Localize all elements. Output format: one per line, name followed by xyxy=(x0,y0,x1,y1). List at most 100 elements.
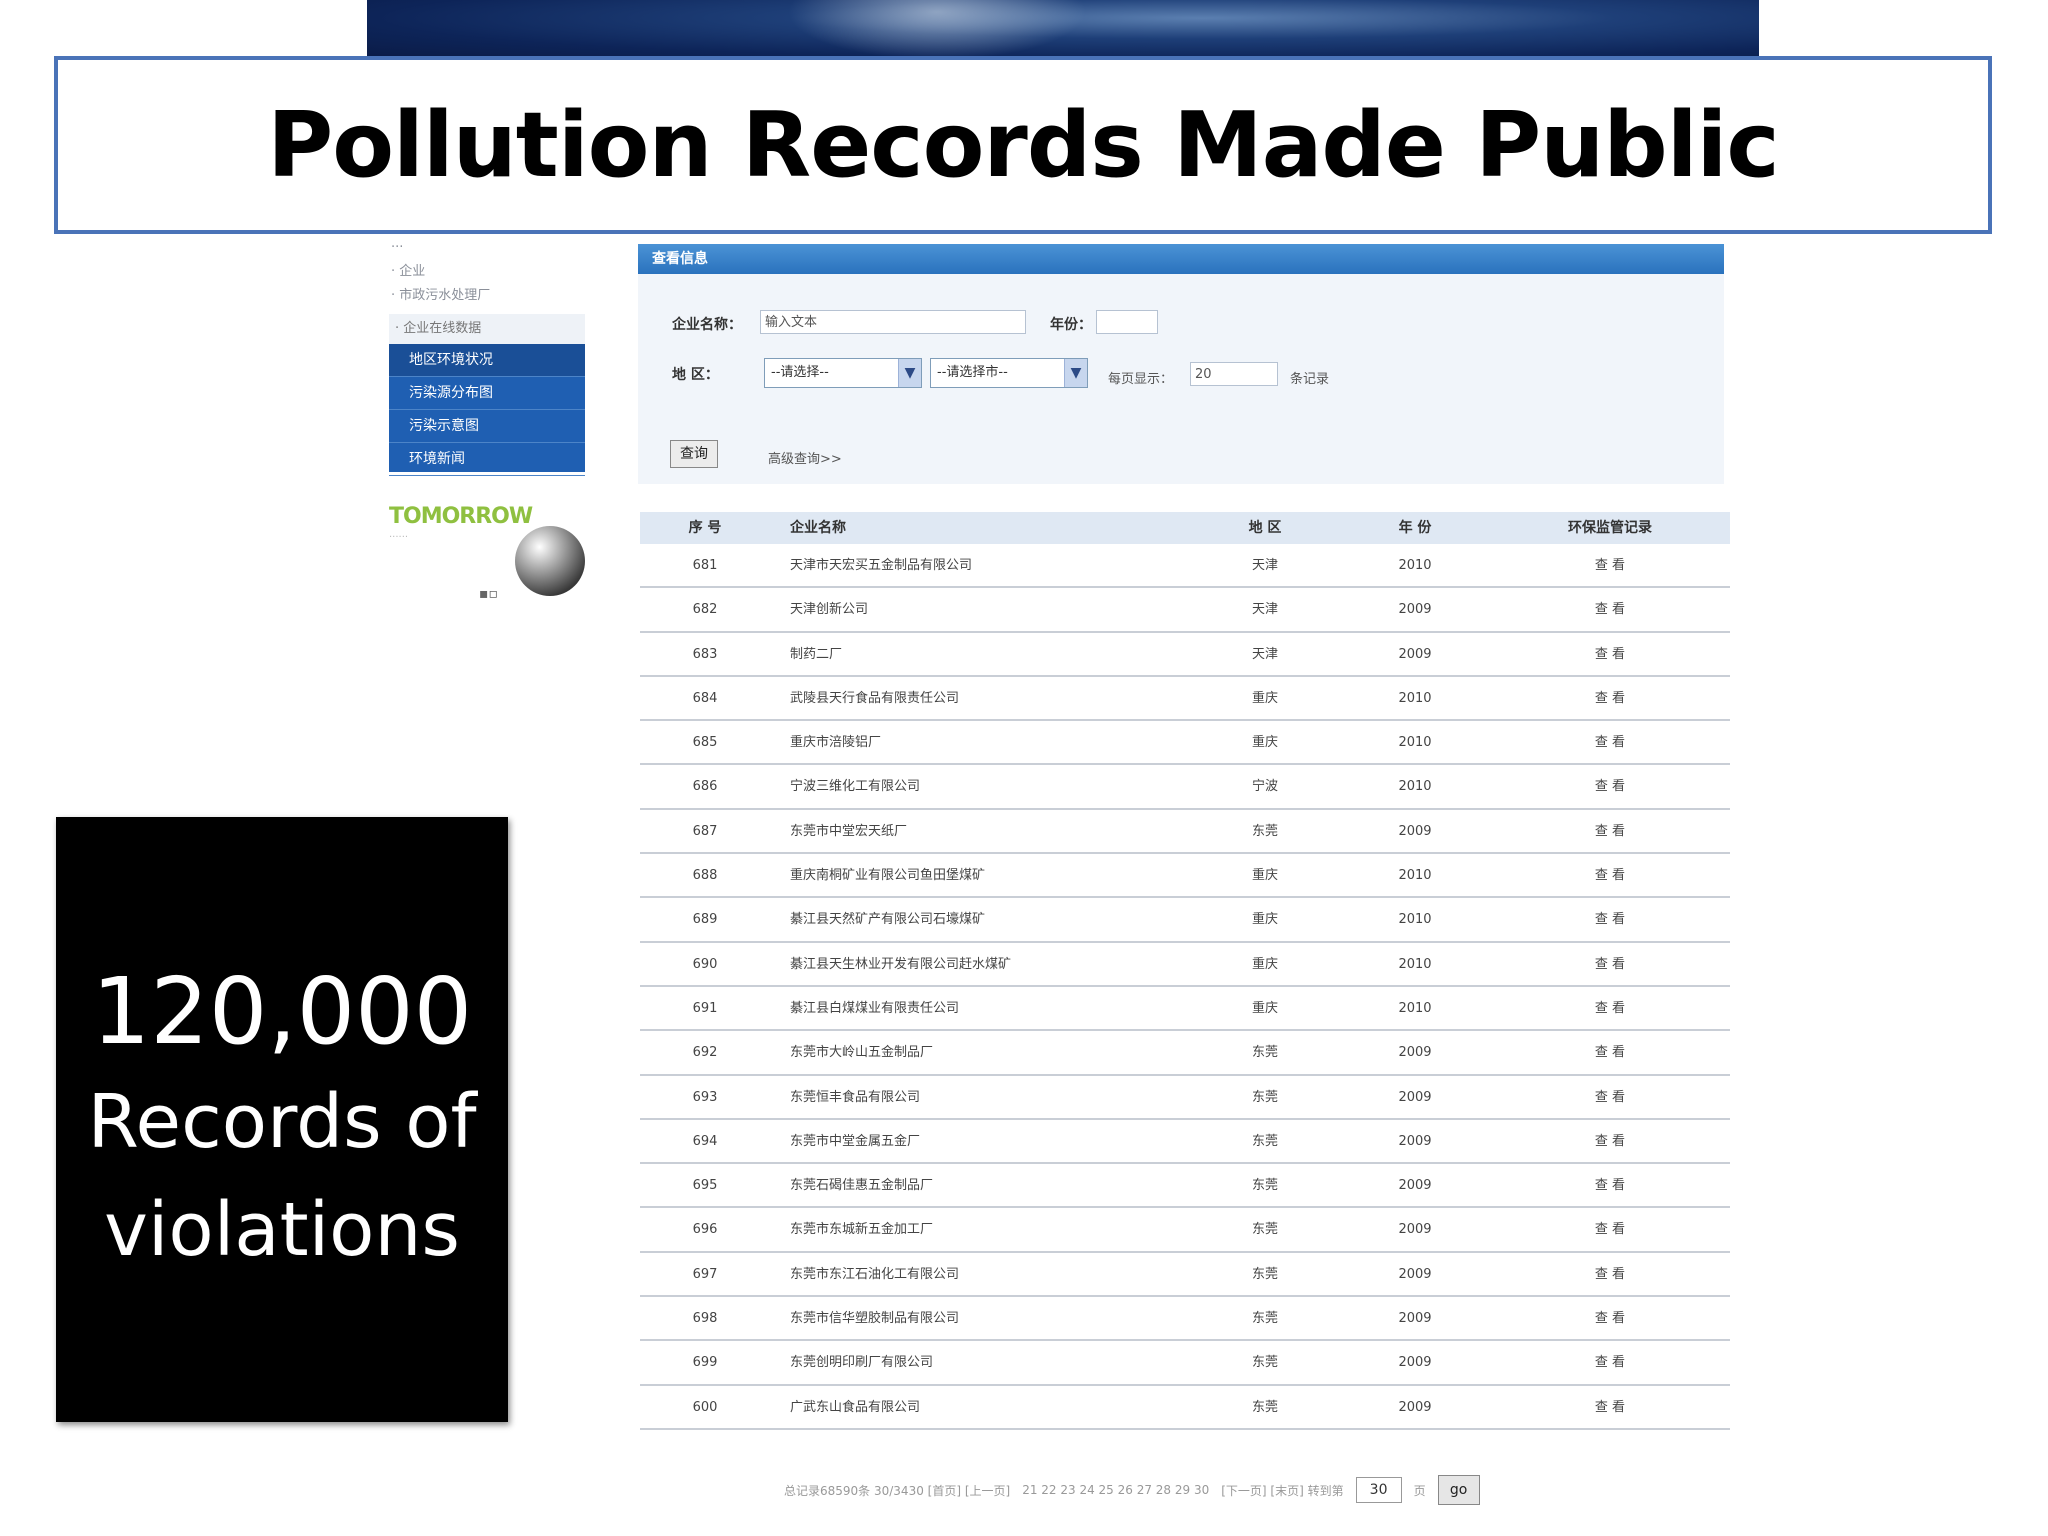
row-region: 东莞 xyxy=(1251,1222,1278,1238)
table-header: 序 号 企业名称 地 区 年 份 环保监管记录 xyxy=(640,512,1730,544)
row-record-link[interactable]: 查 看 xyxy=(1490,1208,1730,1250)
sidebar-section[interactable]: · 企业在线数据 xyxy=(389,314,585,344)
row-record-link[interactable]: 查 看 xyxy=(1490,721,1730,763)
row-number: 694 xyxy=(692,1133,718,1149)
row-record-link[interactable]: 查 看 xyxy=(1490,1253,1730,1295)
row-year: 2009 xyxy=(1398,1266,1432,1282)
row-number: 685 xyxy=(692,735,718,751)
row-number: 699 xyxy=(692,1355,718,1371)
company-label: 企业名称： xyxy=(672,317,742,333)
sidebar-top-item[interactable]: · 市政污水处理厂 xyxy=(391,284,571,308)
search-panel: 查看信息 企业名称： 输入文本 年份： 地 区： --请选择-- ▼ --请选择… xyxy=(638,244,1724,484)
table-row: 697 东莞市东江石油化工有限公司 东莞 2009 查 看 xyxy=(640,1253,1730,1298)
table-row: 682 天津创新公司 天津 2009 查 看 xyxy=(640,588,1730,633)
row-company: 天津创新公司 xyxy=(790,602,869,618)
row-record-link[interactable]: 查 看 xyxy=(1490,854,1730,896)
table-body: 681 天津市天宏买五金制品有限公司 天津 2010 查 看 682 天津创新公司 天津 200… xyxy=(640,544,1730,1430)
table-row: 693 东莞恒丰食品有限公司 东莞 2009 查 看 xyxy=(640,1076,1730,1120)
row-company: 制药二厂 xyxy=(790,646,843,662)
header-banner xyxy=(367,0,1759,60)
company-name-input[interactable]: 输入文本 xyxy=(760,310,1026,334)
row-record-link[interactable]: 查 看 xyxy=(1490,765,1730,807)
row-number: 684 xyxy=(692,690,718,706)
row-region: 重庆 xyxy=(1251,956,1278,972)
row-year: 2010 xyxy=(1398,956,1432,972)
year-input[interactable] xyxy=(1096,310,1158,334)
row-region: 东莞 xyxy=(1251,1045,1278,1061)
row-region: 天津 xyxy=(1251,558,1278,573)
row-record-link[interactable]: 查 看 xyxy=(1490,633,1730,675)
row-record-link[interactable]: 查 看 xyxy=(1490,898,1730,940)
row-region: 天津 xyxy=(1251,646,1278,662)
row-record-link[interactable]: 查 看 xyxy=(1490,1341,1730,1383)
row-year: 2010 xyxy=(1398,868,1432,884)
row-record-link[interactable]: 查 看 xyxy=(1490,810,1730,852)
row-region: 重庆 xyxy=(1251,1000,1278,1016)
row-region: 重庆 xyxy=(1251,690,1278,706)
row-record-link[interactable]: 查 看 xyxy=(1490,1076,1730,1118)
row-company: 东莞市东城新五金加工厂 xyxy=(790,1222,934,1238)
pager-pages[interactable]: 21 22 23 24 25 26 27 28 29 30 xyxy=(1022,1483,1209,1497)
sidebar-item-region-status[interactable]: 地区环境状况 xyxy=(389,344,585,377)
row-record-link[interactable]: 查 看 xyxy=(1490,1386,1730,1428)
row-region: 东莞 xyxy=(1251,1089,1278,1105)
row-record-link[interactable]: 查 看 xyxy=(1490,588,1730,630)
row-year: 2009 xyxy=(1398,1178,1432,1194)
stat-number: 120,000 xyxy=(91,957,473,1065)
logo-subtext: ······ xyxy=(389,532,409,543)
row-record-link[interactable]: 查 看 xyxy=(1490,1120,1730,1162)
row-record-link[interactable]: 查 看 xyxy=(1490,943,1730,985)
table-row: 696 东莞市东城新五金加工厂 东莞 2009 查 看 xyxy=(640,1208,1730,1253)
row-region: 宁波 xyxy=(1251,779,1278,795)
page-number-input[interactable]: 30 xyxy=(1355,1477,1402,1503)
row-record-link[interactable]: 查 看 xyxy=(1490,544,1730,586)
row-company: 东莞市大岭山五金制品厂 xyxy=(790,1045,934,1061)
pager-suffix: 页 xyxy=(1413,1483,1426,1498)
sidebar-item-pollution-diagram[interactable]: 污染示意图 xyxy=(389,410,585,443)
row-number: 691 xyxy=(692,1000,718,1016)
row-record-link[interactable]: 查 看 xyxy=(1490,1031,1730,1073)
row-company: 宁波三维化工有限公司 xyxy=(790,779,921,795)
sidebar-top-item[interactable]: · 企业 xyxy=(391,260,571,284)
row-year: 2009 xyxy=(1398,1045,1432,1061)
row-number: 686 xyxy=(692,779,718,795)
sidebar-nav: 地区环境状况 污染源分布图 污染示意图 环境新闻 xyxy=(389,344,585,476)
row-company: 武陵县天行食品有限责任公司 xyxy=(790,690,960,706)
row-region: 东莞 xyxy=(1251,1178,1278,1194)
row-record-link[interactable]: 查 看 xyxy=(1490,677,1730,719)
go-button[interactable]: go xyxy=(1437,1475,1480,1505)
slide-title: Pollution Records Made Public xyxy=(267,92,1780,198)
row-record-link[interactable]: 查 看 xyxy=(1490,987,1730,1029)
pagination: 总记录68590条 30/3430 [首页] [上一页] 21 22 23 24… xyxy=(784,1475,1624,1505)
advanced-search-link[interactable]: 高级查询>> xyxy=(768,448,842,467)
sidebar-top-item[interactable]: ··· xyxy=(391,236,571,260)
submit-button[interactable]: 查询 xyxy=(670,440,718,468)
row-company: 东莞市中堂宏天纸厂 xyxy=(790,823,908,839)
row-number: 687 xyxy=(692,823,718,839)
table-row: 683 制药二厂 天津 2009 查 看 xyxy=(640,633,1730,677)
table-row: 681 天津市天宏买五金制品有限公司 天津 2010 查 看 xyxy=(640,544,1730,589)
pager-next[interactable]: [下一页] [末页] 转到第 xyxy=(1221,1482,1343,1499)
row-company: 綦江县天然矿产有限公司石壕煤矿 xyxy=(790,912,986,928)
globe-ball-icon xyxy=(515,526,585,596)
row-company: 广武东山食品有限公司 xyxy=(790,1399,921,1415)
row-company: 重庆市涪陵铝厂 xyxy=(790,735,882,751)
sidebar-item-pollution-map[interactable]: 污染源分布图 xyxy=(389,377,585,410)
row-number: 600 xyxy=(692,1399,718,1415)
province-select[interactable]: --请选择-- ▼ xyxy=(764,358,922,388)
row-year: 2010 xyxy=(1398,1000,1432,1016)
row-region: 重庆 xyxy=(1251,912,1278,928)
city-select[interactable]: --请选择市-- ▼ xyxy=(930,358,1088,388)
row-year: 2010 xyxy=(1398,912,1432,928)
sidebar-item-env-news[interactable]: 环境新闻 xyxy=(389,443,585,476)
row-year: 2009 xyxy=(1398,1311,1432,1327)
per-page-input[interactable]: 20 xyxy=(1190,362,1278,386)
row-year: 2009 xyxy=(1398,1222,1432,1238)
table-row: 600 广武东山食品有限公司 东莞 2009 查 看 xyxy=(640,1386,1730,1430)
col-region: 地 区 xyxy=(1248,520,1282,536)
row-record-link[interactable]: 查 看 xyxy=(1490,1164,1730,1206)
table-row: 699 东莞创明印刷厂有限公司 东莞 2009 查 看 xyxy=(640,1341,1730,1386)
row-year: 2009 xyxy=(1398,1355,1432,1371)
row-number: 692 xyxy=(692,1045,718,1061)
row-record-link[interactable]: 查 看 xyxy=(1490,1297,1730,1339)
